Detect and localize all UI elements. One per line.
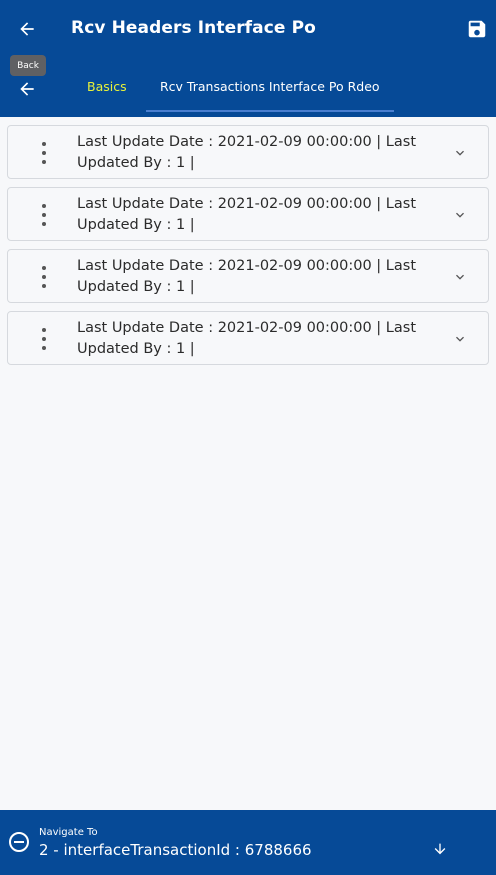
list-item[interactable]: Last Update Date : 2021-02-09 00:00:00 |…	[7, 311, 489, 365]
record-line-1: Last Update Date : 2021-02-09 00:00:00 |…	[77, 320, 417, 336]
more-vert-icon[interactable]	[35, 142, 53, 164]
save-button[interactable]	[466, 18, 488, 40]
chevron-down-icon[interactable]	[452, 207, 468, 223]
navigate-label: Navigate To	[39, 827, 98, 838]
page-title: Rcv Headers Interface Po	[71, 18, 316, 38]
record-summary: Last Update Date : 2021-02-09 00:00:00 |…	[77, 256, 427, 298]
arrow-left-icon	[20, 82, 34, 96]
arrow-left-icon	[20, 22, 34, 36]
list-item[interactable]: Last Update Date : 2021-02-09 00:00:00 |…	[7, 125, 489, 179]
tab-label: Rcv Transactions Interface Po Rdeo	[160, 78, 380, 94]
list-item[interactable]: Last Update Date : 2021-02-09 00:00:00 |…	[7, 187, 489, 241]
record-line-2: Updated By : 1 |	[77, 341, 195, 357]
record-summary: Last Update Date : 2021-02-09 00:00:00 |…	[77, 318, 427, 360]
record-line-1: Last Update Date : 2021-02-09 00:00:00 |…	[77, 134, 417, 150]
record-line-2: Updated By : 1 |	[77, 217, 195, 233]
record-line-1: Last Update Date : 2021-02-09 00:00:00 |…	[77, 196, 417, 212]
list-item[interactable]: Last Update Date : 2021-02-09 00:00:00 |…	[7, 249, 489, 303]
app-bar: Rcv Headers Interface Po	[0, 0, 496, 60]
record-line-2: Updated By : 1 |	[77, 279, 195, 295]
more-vert-icon[interactable]	[35, 328, 53, 350]
chevron-down-icon[interactable]	[452, 145, 468, 161]
arrow-down-icon[interactable]	[432, 840, 448, 858]
record-line-2: Updated By : 1 |	[77, 155, 195, 171]
tab-basics[interactable]: Basics	[87, 60, 127, 112]
chevron-down-icon[interactable]	[452, 269, 468, 285]
navigate-footer: Navigate To 2 - interfaceTransactionId :…	[0, 810, 496, 875]
more-vert-icon[interactable]	[35, 204, 53, 226]
back-button[interactable]	[14, 16, 40, 42]
record-summary: Last Update Date : 2021-02-09 00:00:00 |…	[77, 132, 427, 174]
active-tab-indicator	[146, 110, 394, 112]
more-vert-icon[interactable]	[35, 266, 53, 288]
minus-circle-icon[interactable]	[9, 832, 29, 852]
tab-rcv-transactions-interface-po-rdeo[interactable]: Rcv Transactions Interface Po Rdeo	[146, 60, 394, 112]
tab-bar: Basics Rcv Transactions Interface Po Rde…	[0, 60, 496, 117]
save-icon	[468, 20, 486, 38]
navigate-value[interactable]: 2 - interfaceTransactionId : 6788666	[39, 841, 312, 859]
chevron-down-icon[interactable]	[452, 331, 468, 347]
tab-back-button[interactable]	[14, 76, 40, 102]
record-list: Last Update Date : 2021-02-09 00:00:00 |…	[7, 125, 489, 373]
record-summary: Last Update Date : 2021-02-09 00:00:00 |…	[77, 194, 427, 236]
back-tooltip: Back	[10, 55, 46, 76]
record-line-1: Last Update Date : 2021-02-09 00:00:00 |…	[77, 258, 417, 274]
